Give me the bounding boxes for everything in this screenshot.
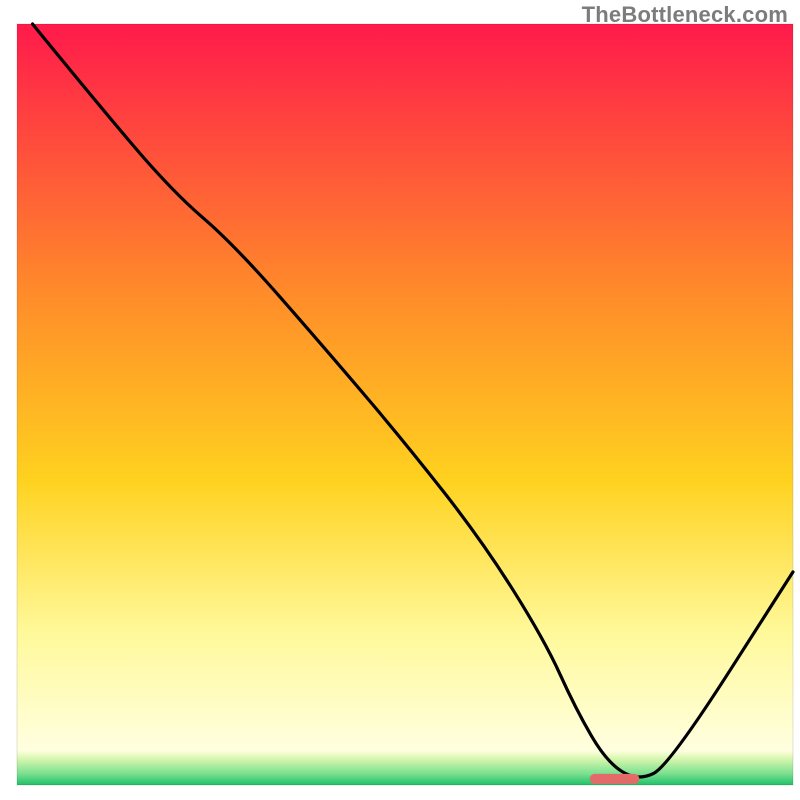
watermark-text: TheBottleneck.com — [582, 2, 788, 28]
plot-background — [17, 24, 793, 785]
chart-container: TheBottleneck.com — [0, 0, 800, 800]
chart-svg — [0, 0, 800, 800]
selected-range-marker — [590, 774, 640, 784]
